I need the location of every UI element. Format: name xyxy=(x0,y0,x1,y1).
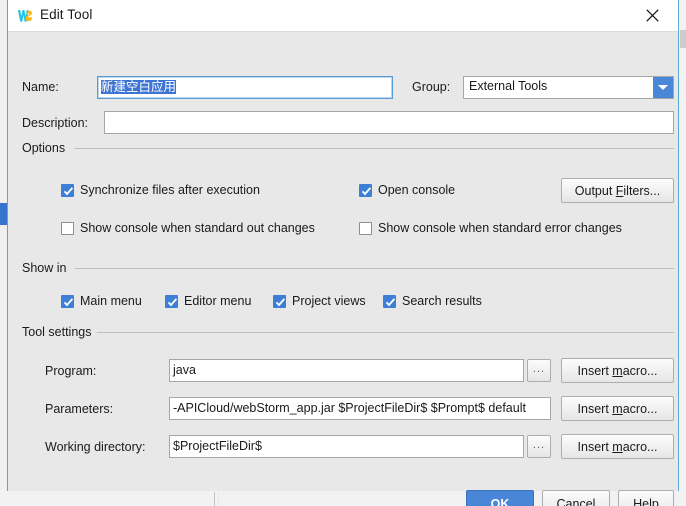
checkbox-label: Open console xyxy=(378,183,455,197)
checkbox-box xyxy=(61,295,74,308)
insert-macro-label: Insert macro... xyxy=(578,440,658,454)
output-filters-label: Output Filters... xyxy=(575,184,660,198)
program-label: Program: xyxy=(45,364,96,378)
checkbox-box xyxy=(359,184,372,197)
parameters-input[interactable]: -APICloud/webStorm_app.jar $ProjectFileD… xyxy=(169,397,551,420)
group-combobox[interactable]: External Tools xyxy=(463,76,674,99)
checkbox-label: Main menu xyxy=(80,294,142,308)
working-directory-insert-macro-button[interactable]: Insert macro... xyxy=(561,434,674,459)
ide-tool-window-tab[interactable] xyxy=(0,203,7,225)
ide-bottom-divider xyxy=(214,492,215,506)
webstorm-logo-icon xyxy=(17,8,33,24)
name-input-value: 新建空白应用 xyxy=(101,80,176,94)
dialog-titlebar: Edit Tool xyxy=(8,0,678,32)
screen: Edit Tool Name: 新建空白应用 Group: External T… xyxy=(0,0,686,506)
working-directory-label: Working directory: xyxy=(45,440,146,454)
group-combobox-value: External Tools xyxy=(469,79,547,93)
name-label: Name: xyxy=(22,80,59,94)
working-directory-input[interactable]: $ProjectFileDir$ xyxy=(169,435,524,458)
group-label: Group: xyxy=(412,80,450,94)
checkbox-label: Project views xyxy=(292,294,366,308)
tool-settings-group-title: Tool settings xyxy=(22,325,97,339)
checkbox-box xyxy=(273,295,286,308)
checkbox-label: Search results xyxy=(402,294,482,308)
program-browse-button[interactable]: ... xyxy=(527,359,551,382)
checkbox-box xyxy=(165,295,178,308)
checkbox-box xyxy=(383,295,396,308)
cancel-button[interactable]: Cancel xyxy=(542,490,610,506)
description-input[interactable] xyxy=(104,111,674,134)
dialog-body: Name: 新建空白应用 Group: External Tools Descr… xyxy=(8,32,678,491)
help-button[interactable]: Help xyxy=(618,490,674,506)
options-group-title: Options xyxy=(22,141,71,155)
ide-scrollbar-thumb[interactable] xyxy=(680,30,686,48)
ok-button[interactable]: OK xyxy=(466,490,534,506)
checkbox-label: Show console when standard error changes xyxy=(378,221,622,235)
chevron-down-icon[interactable] xyxy=(653,77,673,98)
checkbox-box xyxy=(61,184,74,197)
description-label: Description: xyxy=(22,116,88,130)
parameters-label: Parameters: xyxy=(45,402,113,416)
name-input[interactable]: 新建空白应用 xyxy=(97,76,393,99)
checkbox-label: Editor menu xyxy=(184,294,251,308)
options-group-divider xyxy=(74,148,674,149)
show-in-group-divider xyxy=(75,268,674,269)
insert-macro-label: Insert macro... xyxy=(578,364,658,378)
edit-tool-dialog: Edit Tool Name: 新建空白应用 Group: External T… xyxy=(7,0,679,491)
close-icon[interactable] xyxy=(630,0,674,30)
ide-bottom-divider-shadow xyxy=(218,492,219,506)
tool-settings-group-divider xyxy=(94,332,674,333)
show-in-group-title: Show in xyxy=(22,261,72,275)
parameters-input-value: -APICloud/webStorm_app.jar $ProjectFileD… xyxy=(173,401,526,415)
program-input[interactable]: java xyxy=(169,359,524,382)
checkbox-box xyxy=(359,222,372,235)
insert-macro-label: Insert macro... xyxy=(578,402,658,416)
working-directory-browse-button[interactable]: ... xyxy=(527,435,551,458)
dialog-title: Edit Tool xyxy=(40,7,92,22)
program-insert-macro-button[interactable]: Insert macro... xyxy=(561,358,674,383)
parameters-insert-macro-button[interactable]: Insert macro... xyxy=(561,396,674,421)
checkbox-box xyxy=(61,222,74,235)
checkbox-label: Synchronize files after execution xyxy=(80,183,260,197)
ide-background-left xyxy=(0,0,7,506)
ide-background-right xyxy=(679,0,686,506)
checkbox-label: Show console when standard out changes xyxy=(80,221,315,235)
output-filters-button[interactable]: Output Filters... xyxy=(561,178,674,203)
